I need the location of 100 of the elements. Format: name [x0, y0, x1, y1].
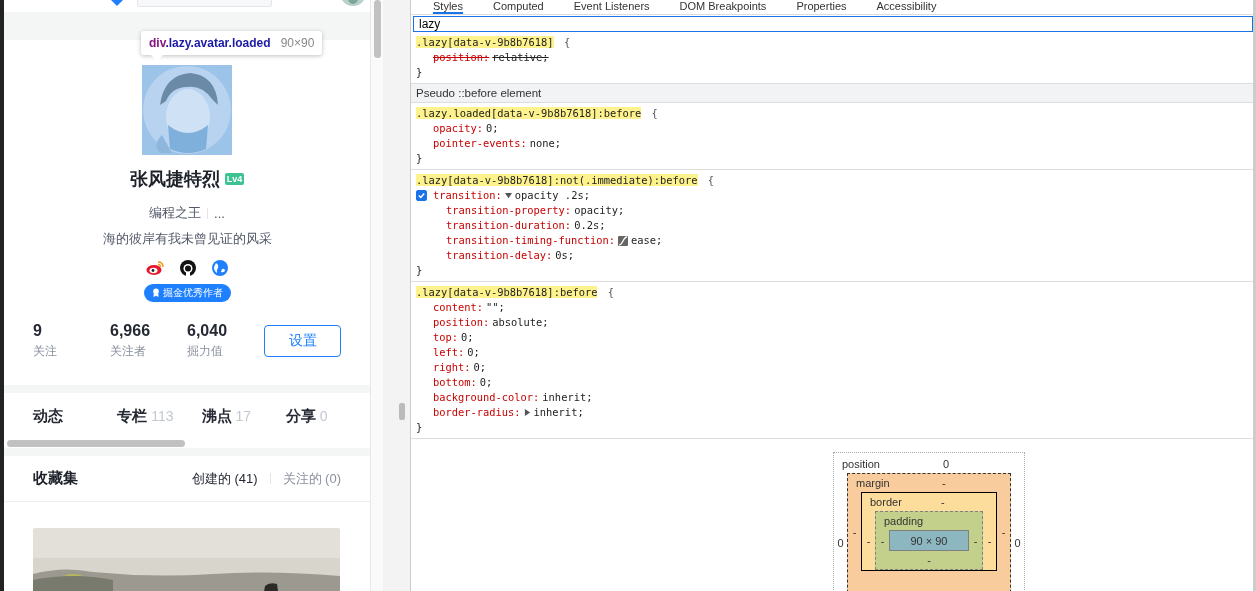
property-name[interactable]: transition-property:	[446, 203, 572, 218]
settings-button[interactable]: 设置	[264, 325, 341, 357]
property-value[interactable]: absolute;	[492, 315, 549, 330]
brace: {	[563, 36, 571, 48]
property-value[interactable]: 0;	[486, 121, 499, 136]
property-value[interactable]: 0;	[461, 330, 474, 345]
brace: }	[416, 152, 423, 164]
stat-value: 6,966	[110, 322, 152, 340]
property-name[interactable]: right:	[433, 360, 471, 375]
tab-count: 17	[235, 408, 252, 424]
property-value[interactable]: 0;	[479, 375, 493, 390]
property-value[interactable]: inherit;	[533, 405, 584, 420]
tab-label[interactable]: 沸点	[201, 407, 232, 426]
stat-value: 9	[33, 322, 43, 340]
property-name[interactable]: transition-timing-function:	[446, 233, 615, 248]
scrollbar-thumb[interactable]	[7, 440, 185, 447]
box-value: -	[986, 534, 993, 547]
resize-handle[interactable]	[399, 403, 405, 420]
stat-value: 6,040	[187, 322, 229, 340]
company-text: ...	[214, 205, 225, 221]
expand-triangle-icon[interactable]	[523, 409, 531, 416]
property-value[interactable]: 0;	[467, 345, 480, 360]
property-name[interactable]: position:	[433, 50, 490, 65]
user-name: 张风捷特烈	[129, 168, 220, 191]
property-value[interactable]: opacity;	[574, 203, 625, 218]
brace: }	[416, 421, 423, 433]
profile-tab[interactable]: 沸点 17	[201, 407, 286, 426]
panel-tab[interactable]: Properties	[796, 0, 847, 14]
panel-tab[interactable]: Computed	[492, 0, 544, 14]
property-name[interactable]: position:	[433, 315, 490, 330]
tab-label[interactable]: 专栏	[117, 407, 148, 426]
box-label: padding	[884, 515, 924, 527]
property-value[interactable]: ease;	[630, 233, 663, 248]
property-value[interactable]: none;	[529, 136, 562, 151]
tab-count: 113	[151, 408, 174, 424]
property-name[interactable]: transition-duration:	[446, 218, 572, 233]
box-value: -	[879, 534, 886, 547]
globe-icon[interactable]	[212, 260, 228, 276]
property-name[interactable]: transition-delay:	[446, 248, 553, 263]
box-value: -	[972, 534, 979, 547]
property-name[interactable]: border-radius:	[433, 405, 521, 420]
box-value: 0	[942, 458, 949, 470]
user-bio: 海的彼岸有我未曾见证的风采	[102, 230, 272, 248]
stat-label: 掘力值	[187, 343, 224, 360]
filter-field[interactable]: lazy	[413, 16, 1253, 32]
property-value[interactable]: inherit;	[542, 390, 593, 405]
stat-label: 关注	[33, 343, 58, 360]
css-selector[interactable]: .lazy.loaded[data-v-9b8b7618]:before	[416, 107, 642, 119]
box-value: -	[865, 534, 872, 547]
property-name[interactable]: opacity:	[433, 121, 484, 136]
box-value: -	[927, 554, 931, 566]
box-label: position	[842, 458, 880, 470]
property-name[interactable]: transition:	[433, 188, 502, 203]
box-value: -	[941, 477, 946, 489]
stat-label: 关注者	[110, 343, 147, 360]
panel-tab[interactable]: Accessibility	[876, 0, 937, 14]
weibo-icon[interactable]	[146, 260, 164, 276]
property-name[interactable]: background-color:	[433, 390, 540, 405]
section-title: 收藏集	[33, 469, 78, 488]
css-selector[interactable]: .lazy[data-v-9b8b7618]:before	[416, 286, 598, 298]
profile-tab[interactable]: 专栏 113	[117, 407, 202, 426]
badge-text: 掘金优秀作者	[162, 286, 223, 300]
tab-label[interactable]: 分享	[285, 407, 316, 426]
css-selector[interactable]: .lazy[data-v-9b8b7618]	[416, 36, 554, 48]
property-name[interactable]: left:	[433, 345, 465, 360]
element-selector: div.lazy.avatar.loaded	[149, 36, 271, 50]
collapse-triangle-icon[interactable]	[504, 192, 512, 199]
github-icon[interactable]	[180, 260, 196, 276]
panel-tab[interactable]: DOM Breakpoints	[679, 0, 767, 14]
tab-label[interactable]: 动态	[33, 407, 63, 426]
brace: }	[416, 66, 423, 78]
property-value[interactable]: 0;	[473, 360, 487, 375]
checkbox[interactable]	[416, 190, 427, 201]
box-value: 0	[1013, 537, 1022, 549]
profile-tab[interactable]: 动态	[33, 407, 118, 426]
property-name[interactable]: bottom:	[433, 375, 477, 390]
property-value[interactable]: relative;	[492, 50, 549, 65]
easing-curve-icon[interactable]	[617, 235, 628, 246]
box-value: -	[941, 496, 945, 508]
property-name[interactable]: top:	[433, 330, 459, 345]
property-name[interactable]: content:	[433, 300, 484, 315]
property-value[interactable]: 0s;	[555, 248, 575, 263]
search-field[interactable]	[137, 0, 272, 7]
element-size: 90×90	[280, 36, 315, 50]
property-value[interactable]: 0.2s;	[574, 218, 606, 233]
brace: {	[607, 286, 614, 298]
brace: }	[416, 264, 423, 276]
content-box: 90 × 90	[889, 530, 969, 551]
panel-tab[interactable]: Event Listeners	[573, 0, 650, 14]
property-value[interactable]: "";	[486, 300, 505, 315]
filter-tab[interactable]: 创建的 (41)	[191, 469, 258, 488]
tab-count: 0	[319, 408, 328, 424]
property-name[interactable]: pointer-events:	[433, 136, 527, 151]
css-selector[interactable]: .lazy[data-v-9b8b7618]:not(.immediate):before	[416, 174, 698, 186]
scrollbar-thumb[interactable]	[373, 0, 381, 58]
panel-tab[interactable]: Styles	[433, 0, 463, 14]
level-badge: Lv4	[224, 173, 245, 185]
profile-tab[interactable]: 分享 0	[285, 407, 370, 426]
logo-icon[interactable]	[111, 0, 123, 6]
property-value[interactable]: opacity .2s;	[514, 188, 590, 203]
